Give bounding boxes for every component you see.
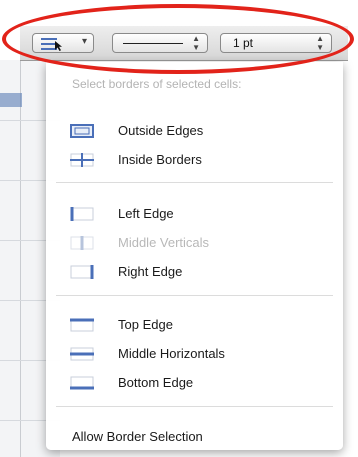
menu-header: Select borders of selected cells: — [72, 77, 242, 91]
menu-item-outside-edges[interactable]: Outside Edges — [46, 119, 343, 143]
outside-edges-icon — [70, 124, 94, 138]
border-toolbar: ▾ ▲ ▼ 1 pt ▲ ▼ — [20, 26, 348, 61]
menu-item-label: Middle Horizontals — [118, 346, 225, 361]
menu-item-inside-borders[interactable]: Inside Borders — [46, 148, 343, 172]
inside-borders-icon — [70, 153, 94, 167]
stepper-arrows-icon: ▲ ▼ — [316, 34, 324, 52]
menu-separator — [56, 295, 333, 296]
menu-item-label: Bottom Edge — [118, 375, 194, 390]
line-style-popup[interactable]: ▲ ▼ — [112, 33, 208, 53]
line-style-preview — [123, 43, 183, 44]
border-select-icon — [41, 38, 62, 51]
stroke-width-popup[interactable]: 1 pt ▲ ▼ — [220, 33, 332, 53]
chevron-down-icon: ▾ — [81, 36, 87, 47]
menu-separator — [56, 406, 333, 407]
selected-cell — [0, 93, 22, 107]
stepper-arrows-icon: ▲ ▼ — [192, 34, 200, 52]
menu-separator — [56, 182, 333, 183]
menu-item-top-edge[interactable]: Top Edge — [46, 313, 343, 337]
left-edge-icon — [70, 207, 94, 221]
middle-verticals-icon — [70, 236, 94, 250]
menu-item-left-edge[interactable]: Left Edge — [46, 202, 343, 226]
top-edge-icon — [70, 318, 94, 332]
stroke-width-value: 1 pt — [233, 36, 254, 50]
menu-item-label: Outside Edges — [118, 123, 204, 138]
border-selector-popup[interactable]: ▾ — [32, 33, 94, 53]
menu-item-label: Inside Borders — [118, 152, 202, 167]
bottom-edge-icon — [70, 376, 94, 390]
menu-item-right-edge[interactable]: Right Edge — [46, 260, 343, 284]
menu-item-label: Left Edge — [118, 206, 174, 221]
border-selection-menu: Select borders of selected cells: Outsid… — [46, 62, 343, 450]
right-edge-icon — [70, 265, 94, 279]
menu-item-bottom-edge[interactable]: Bottom Edge — [46, 371, 343, 395]
menu-item-label: Top Edge — [118, 317, 173, 332]
menu-item-middle-horizontals[interactable]: Middle Horizontals — [46, 342, 343, 366]
middle-horizontals-icon — [70, 347, 94, 361]
menu-item-middle-verticals: Middle Verticals — [46, 231, 343, 255]
menu-item-label: Middle Verticals — [118, 235, 210, 250]
menu-item-label: Right Edge — [118, 264, 183, 279]
menu-item-label: Allow Border Selection — [72, 429, 203, 444]
menu-item-allow-border-selection[interactable]: Allow Border Selection — [46, 425, 343, 449]
